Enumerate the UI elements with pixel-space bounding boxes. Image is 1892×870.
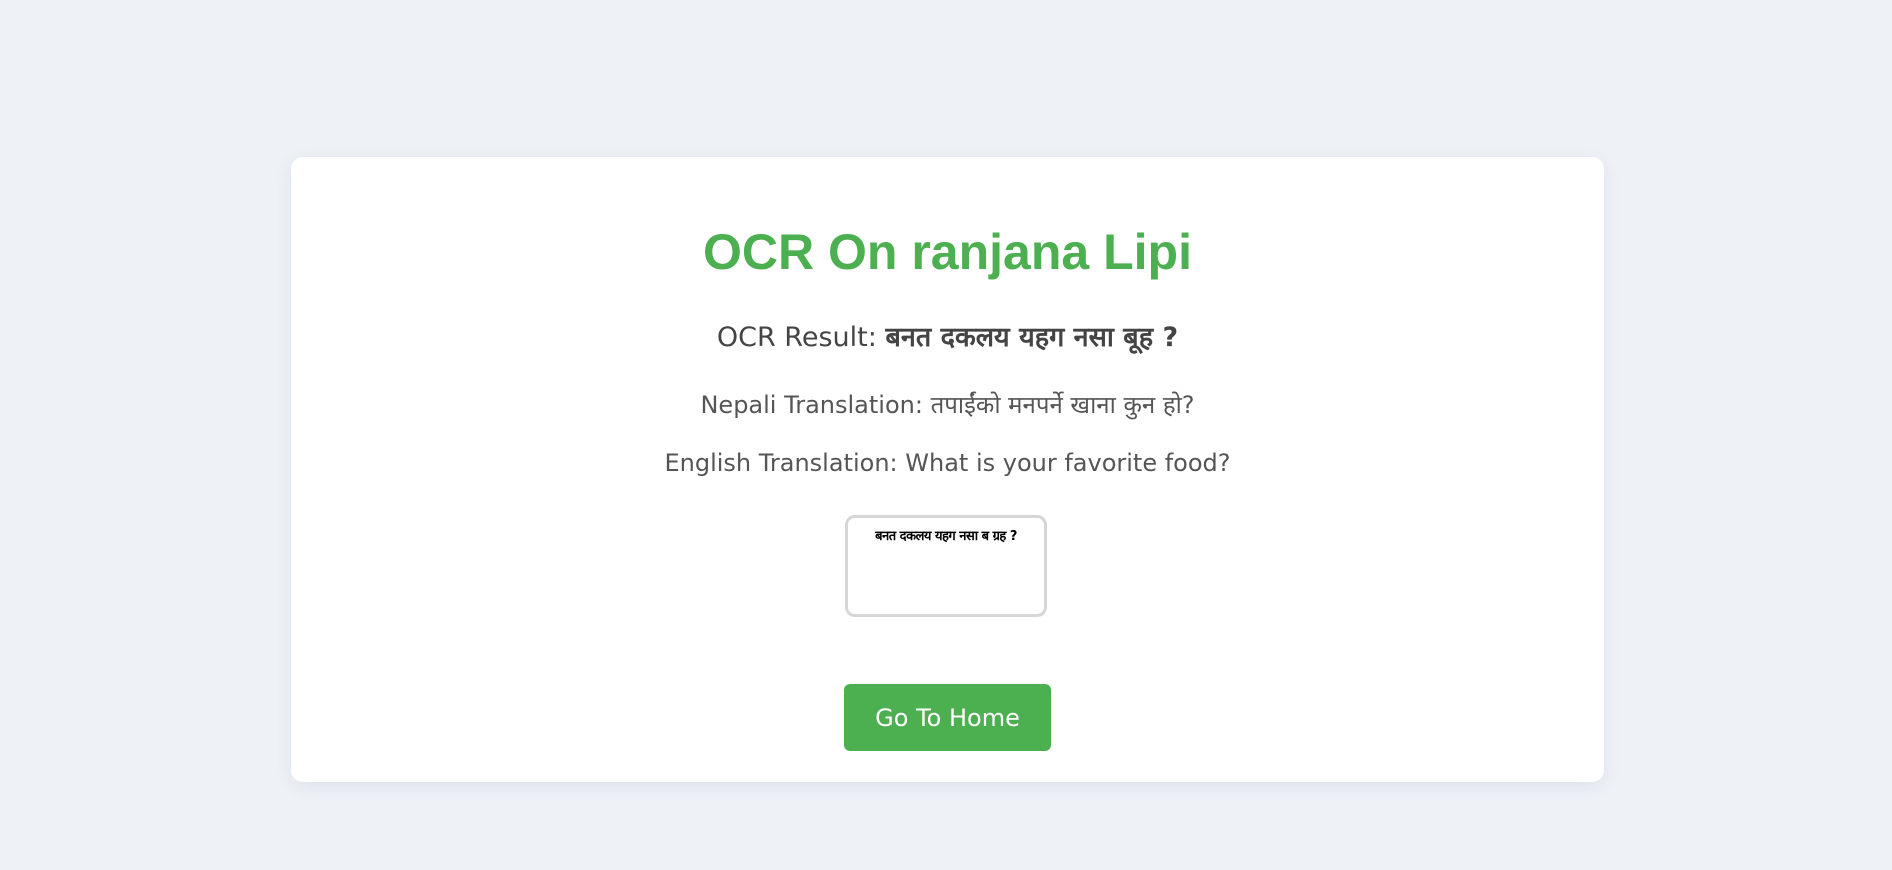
english-translation-line: English Translation: What is your favori… xyxy=(291,449,1604,477)
ocr-result-line: OCR Result: बनत दकलय यहग नसा बूह ? xyxy=(291,317,1604,354)
page-title: OCR On ranjana Lipi xyxy=(703,224,1192,280)
ocr-result-value: बनत दकलय यहग नसा बूह ? xyxy=(885,322,1179,353)
ocr-result-label: OCR Result: xyxy=(716,322,877,353)
nepali-translation-value: तपाईंको मनपर्ने खाना कुन हो? xyxy=(930,391,1195,419)
nepali-translation-label: Nepali Translation: xyxy=(700,391,923,419)
english-translation-label: English Translation: xyxy=(664,449,898,477)
uploaded-image-text: बनत दकलय यहग नसा ब ग्रह ? xyxy=(875,529,1017,544)
uploaded-image-preview: बनत दकलय यहग नसा ब ग्रह ? xyxy=(845,515,1047,617)
english-translation-value: What is your favorite food? xyxy=(905,449,1231,477)
nepali-translation-line: Nepali Translation: तपाईंको मनपर्ने खाना… xyxy=(291,388,1604,421)
result-card: OCR On ranjana Lipi OCR Result: बनत दकलय… xyxy=(291,157,1604,782)
go-to-home-button[interactable]: Go To Home xyxy=(844,684,1051,751)
